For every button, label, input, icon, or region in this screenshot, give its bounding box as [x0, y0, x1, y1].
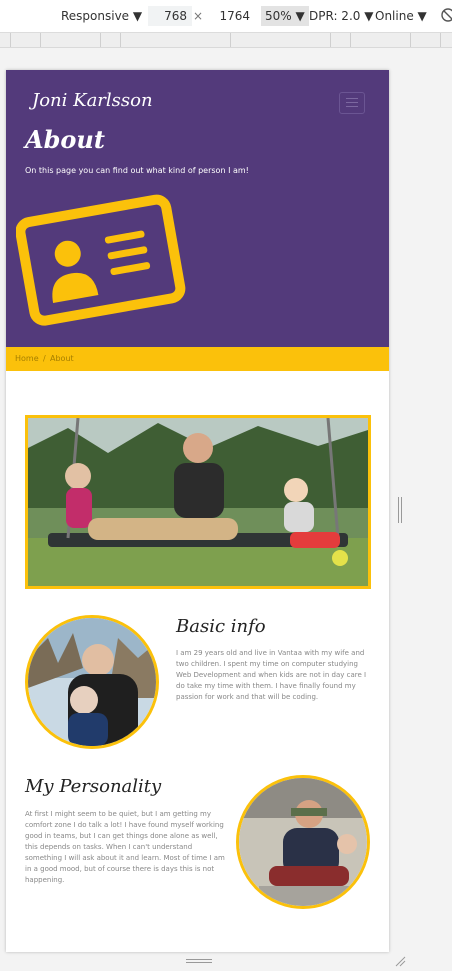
width-input[interactable]: 768 — [148, 6, 192, 26]
site-brand[interactable]: Joni Karlsson — [32, 90, 153, 111]
dpr-select-label: DPR: 2.0 — [309, 9, 361, 23]
device-viewport: Joni Karlsson About On this page you can… — [6, 70, 389, 952]
chevron-down-icon: ▼ — [417, 9, 427, 23]
personality-text: At first I might seem to be quiet, but I… — [25, 810, 225, 884]
page-subtitle: On this page you can find out what kind … — [25, 166, 249, 175]
nav-toggle-button[interactable] — [339, 92, 365, 114]
rotate-icon[interactable] — [441, 8, 452, 22]
media-query-ruler[interactable] — [0, 33, 452, 48]
family-photo — [25, 415, 371, 589]
personality-photo — [236, 775, 370, 909]
device-select-label: Responsive — [61, 9, 130, 23]
page-title: About — [25, 125, 105, 154]
height-input[interactable]: 1764 — [207, 6, 255, 26]
zoom-select[interactable]: 50% ▼ — [261, 6, 309, 26]
hero-section: Joni Karlsson About On this page you can… — [6, 70, 389, 347]
basic-info-text: I am 29 years old and live in Vantaa wit… — [176, 649, 367, 701]
chevron-down-icon: ▼ — [132, 9, 143, 23]
breadcrumb-current: About — [50, 354, 74, 363]
network-select-label: Online — [375, 9, 414, 23]
breadcrumb-separator: / — [43, 354, 46, 363]
devtools-toolbar: Responsive ▼ 768 × 1764 50% ▼ DPR: 2.0 ▼… — [0, 0, 452, 33]
resize-corner-icon[interactable] — [394, 955, 406, 967]
chevron-down-icon: ▼ — [364, 9, 374, 23]
basic-info-heading: Basic info — [176, 616, 266, 637]
breadcrumb: Home / About — [6, 347, 389, 371]
basic-info-photo — [25, 615, 159, 749]
personality-heading: My Personality — [25, 776, 162, 797]
chevron-down-icon: ▼ — [295, 9, 305, 23]
device-select[interactable]: Responsive ▼ — [61, 9, 142, 23]
dimension-separator: × — [193, 9, 204, 23]
viewport-width-handle[interactable] — [397, 497, 403, 523]
id-card-icon — [16, 194, 186, 326]
network-select[interactable]: Online ▼ — [375, 9, 427, 23]
breadcrumb-home-link[interactable]: Home — [15, 347, 39, 371]
dpr-select[interactable]: DPR: 2.0 ▼ — [309, 9, 373, 23]
zoom-select-label: 50% — [265, 9, 292, 23]
viewport-height-handle[interactable] — [186, 958, 212, 964]
